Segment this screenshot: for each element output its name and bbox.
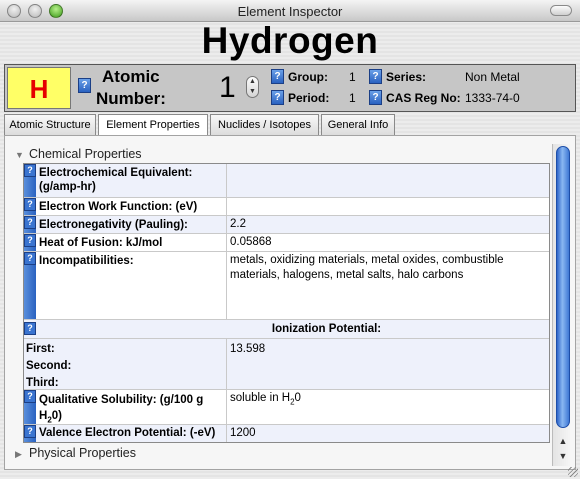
row-label: Heat of Fusion: kJ/mol: [39, 237, 163, 249]
row-value: 2.2: [230, 218, 246, 230]
table-row: ? Heat of Fusion: kJ/mol 0.05868: [24, 234, 549, 252]
row-label: Qualitative Solubility: (g/100 g H20): [39, 390, 223, 428]
row-value: [230, 198, 546, 199]
group-value: 1: [349, 70, 356, 84]
row-label: Electronegativity (Pauling):: [39, 219, 188, 231]
ionization-second-label: Second:: [26, 360, 72, 372]
column-divider: [226, 164, 227, 197]
disclosure-closed-icon[interactable]: ▶: [15, 446, 29, 462]
table-row: ? Incompatibilities: metals, oxidizing m…: [24, 252, 549, 320]
section-physical-label: Physical Properties: [29, 446, 136, 460]
row-label: Electron Work Function: (eV): [39, 201, 198, 213]
column-divider: [226, 339, 227, 389]
atomic-number-label-2: Number:: [96, 89, 166, 108]
tab-element-properties[interactable]: Element Properties: [98, 114, 208, 136]
toolbar-toggle-button[interactable]: [550, 5, 572, 16]
section-chemical-label: Chemical Properties: [29, 147, 142, 161]
help-icon[interactable]: ?: [24, 252, 36, 265]
column-divider: [226, 390, 227, 424]
ionization-first-label: First:: [26, 343, 55, 355]
cas-label: CAS Reg No:: [386, 91, 461, 105]
table-row: First: Second: Third: 13.598: [24, 339, 549, 390]
tab-nuclides-isotopes[interactable]: Nuclides / Isotopes: [210, 114, 319, 135]
formula-text: 0): [51, 410, 62, 422]
scroll-up-icon[interactable]: ▲: [556, 434, 570, 448]
ionization-labels: First: Second: Third:: [26, 341, 71, 392]
row-label: Valence Electron Potential: (-eV): [39, 427, 216, 439]
table-row: ? Electrochemical Equivalent: (g/amp-hr): [24, 164, 549, 198]
tab-atomic-structure[interactable]: Atomic Structure: [4, 114, 96, 135]
atomic-number-label-1: Atomic: [102, 67, 160, 86]
atomic-number-stepper[interactable]: ▲ ▼: [246, 76, 259, 98]
table-row: ? Valence Electron Potential: (-eV) 1200: [24, 425, 549, 442]
help-icon[interactable]: ?: [24, 216, 36, 229]
table-row: ? Electronegativity (Pauling): 2.2: [24, 216, 549, 234]
table-row: ? Qualitative Solubility: (g/100 g H20) …: [24, 390, 549, 425]
help-icon[interactable]: ?: [369, 90, 382, 105]
scrollbar-thumb[interactable]: [556, 146, 570, 428]
title-bar: Element Inspector: [0, 0, 580, 22]
column-divider: [226, 252, 227, 319]
section-chemical-properties[interactable]: ▼ Chemical Properties: [15, 146, 142, 162]
ionization-first-value: 13.598: [230, 343, 266, 355]
help-icon[interactable]: ?: [24, 164, 36, 177]
cas-value: 1333-74-0: [465, 91, 520, 105]
column-divider: [226, 425, 227, 442]
column-divider: [226, 198, 227, 215]
period-label: Period:: [288, 91, 330, 105]
row-value: [230, 164, 546, 165]
row-label-line: (g/amp-hr): [39, 181, 96, 193]
row-value: 0.05868: [230, 236, 272, 248]
help-icon[interactable]: ?: [271, 69, 284, 84]
formula-text: soluble in H: [230, 392, 291, 404]
row-value: 1200: [230, 427, 256, 439]
vertical-scrollbar[interactable]: ▲ ▼: [552, 144, 572, 466]
resize-grip-icon[interactable]: [568, 467, 578, 477]
series-label: Series:: [386, 70, 427, 84]
properties-panel: ▼ Chemical Properties ? Electrochemical E…: [4, 135, 576, 470]
element-info-bar: H ? Atomic Number: 1 ▲ ▼ ? Group: 1 ? Per…: [4, 64, 576, 112]
element-name: Hydrogen: [201, 20, 379, 61]
help-icon[interactable]: ?: [24, 198, 36, 211]
ionization-values: 13.598: [230, 341, 265, 358]
row-value: soluble in H20: [230, 390, 546, 409]
period-value: 1: [349, 91, 356, 105]
row-label-line: Qualitative Solubility: (g/100 g: [39, 394, 204, 406]
disclosure-open-icon[interactable]: ▼: [15, 147, 29, 163]
help-icon[interactable]: ?: [24, 234, 36, 247]
atomic-number-value: 1: [219, 71, 236, 104]
section-physical-properties[interactable]: ▶ Physical Properties: [15, 445, 136, 461]
chemical-properties-table: ? Electrochemical Equivalent: (g/amp-hr)…: [23, 163, 550, 443]
tab-general-info[interactable]: General Info: [321, 114, 395, 135]
help-icon[interactable]: ?: [271, 90, 284, 105]
row-label-line: Electrochemical Equivalent:: [39, 167, 193, 179]
group-label: Group:: [288, 70, 328, 84]
formula-text: 0: [294, 392, 301, 404]
help-icon[interactable]: ?: [24, 390, 36, 403]
row-value: metals, oxidizing materials, metal oxide…: [230, 254, 504, 281]
help-icon[interactable]: ?: [369, 69, 382, 84]
ionization-header: Ionization Potential:: [271, 323, 382, 335]
help-icon[interactable]: ?: [24, 425, 36, 438]
element-symbol: H: [7, 67, 71, 109]
column-divider: [226, 234, 227, 251]
series-value: Non Metal: [465, 70, 520, 84]
row-label: Electrochemical Equivalent: (g/amp-hr): [39, 164, 223, 194]
table-row: ? Ionization Potential:: [24, 320, 549, 339]
help-icon[interactable]: ?: [78, 78, 91, 93]
table-row: ? Electron Work Function: (eV): [24, 198, 549, 216]
window-title: Element Inspector: [237, 4, 343, 19]
column-divider: [226, 216, 227, 233]
scroll-down-icon[interactable]: ▼: [556, 449, 570, 463]
row-label: Incompatibilities:: [39, 255, 134, 267]
